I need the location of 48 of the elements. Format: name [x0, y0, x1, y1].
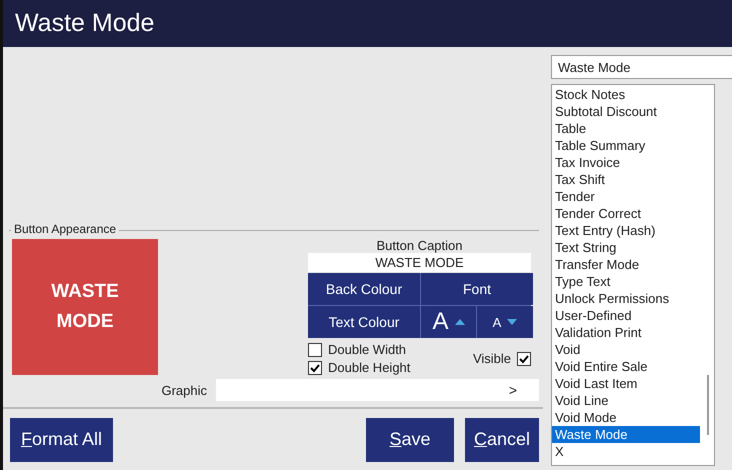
cancel-button[interactable]: Cancel — [465, 418, 539, 462]
browse-button[interactable]: > — [508, 382, 517, 398]
list-item[interactable]: Text String — [552, 239, 700, 256]
preview-caption: MODE — [56, 310, 114, 334]
check-icon — [310, 362, 320, 372]
caption-label: Button Caption — [376, 239, 462, 253]
checkbox[interactable]: Double Width — [308, 342, 410, 357]
font-larger-button[interactable]: A — [421, 306, 476, 338]
graphic-field[interactable]: > — [216, 379, 539, 401]
list-item[interactable]: Tax Shift — [552, 171, 700, 188]
graphic-label: Graphic — [160, 382, 208, 398]
window-title: Waste Mode — [15, 9, 154, 38]
list-item[interactable]: Unlock Permissions — [552, 290, 700, 307]
back-colour-button[interactable]: Back Colour — [308, 273, 420, 305]
list-item[interactable]: Waste Mode — [552, 426, 700, 443]
list-item[interactable]: Tax Invoice — [552, 154, 700, 171]
list-item[interactable]: Tender Correct — [552, 205, 700, 222]
list-item[interactable]: Void Entire Sale — [552, 358, 700, 375]
list-item[interactable]: User-Defined — [552, 307, 700, 324]
list-item[interactable]: X — [552, 443, 700, 460]
list-item[interactable]: Type Text — [552, 273, 700, 290]
list-item[interactable]: Void Mode — [552, 409, 700, 426]
list-item[interactable]: Subtotal Discount — [552, 103, 700, 120]
preview-caption: WASTE — [51, 280, 119, 304]
list-item[interactable]: Validation Print — [552, 324, 700, 341]
visible-checkbox[interactable]: Visible — [472, 351, 531, 366]
check-icon — [519, 354, 529, 364]
list-item[interactable]: Void Last Item — [552, 375, 700, 392]
list-item[interactable]: Void — [552, 341, 700, 358]
list-item[interactable]: Table Summary — [552, 137, 700, 154]
font-smaller-button[interactable]: A — [477, 306, 533, 338]
caption-field[interactable]: WASTE MODE — [308, 253, 531, 272]
scrollbar-thumb[interactable] — [707, 375, 709, 435]
save-button[interactable]: Save — [366, 418, 454, 462]
format-all-button[interactable]: Format All — [10, 418, 113, 462]
down-triangle-icon — [507, 319, 518, 325]
function-select[interactable]: Waste Mode — [551, 55, 732, 79]
list-item[interactable]: Table — [552, 120, 700, 137]
list-item[interactable]: Transfer Mode — [552, 256, 700, 273]
list-item[interactable]: Tender — [552, 188, 700, 205]
group-legend: Button Appearance — [11, 222, 120, 236]
list-item[interactable]: Void Line — [552, 392, 700, 409]
checkbox[interactable]: Double Height — [308, 360, 410, 375]
list-item[interactable]: Stock Notes — [552, 86, 700, 103]
text-colour-button[interactable]: Text Colour — [308, 306, 420, 338]
list-item[interactable]: Text Entry (Hash) — [552, 222, 700, 239]
up-triangle-icon — [454, 319, 464, 325]
font-button[interactable]: Font — [421, 273, 533, 305]
